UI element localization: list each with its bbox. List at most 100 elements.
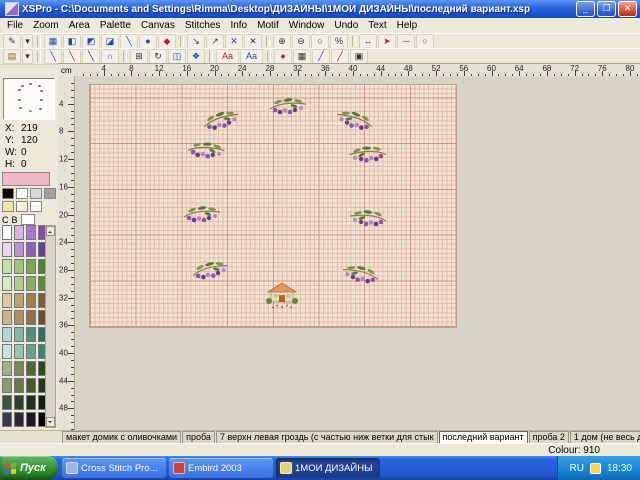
palette-swatch-40[interactable] [2,395,12,410]
ellipse-tool[interactable]: ○ [416,34,434,49]
info-icon[interactable]: ▣ [350,49,368,64]
menu-canvas[interactable]: Canvas [136,19,180,33]
palette-swatch-0[interactable] [2,225,12,240]
backstitch-red-icon[interactable]: ╲ [63,49,81,64]
palette-swatch-25[interactable] [14,327,24,342]
palette-swatch-2[interactable] [26,225,36,240]
pencil-dropdown[interactable]: ▾ [22,34,33,49]
palette-swatch-29[interactable] [14,344,24,359]
palette-icon[interactable]: ▤ [3,49,21,64]
language-indicator[interactable]: RU [570,463,584,474]
palette-light-swatch-1[interactable] [16,201,28,212]
palette-swatch-30[interactable] [26,344,36,359]
minimize-button[interactable]: _ [576,1,595,17]
blank-color-swatch[interactable] [21,214,35,225]
motif-icon[interactable]: ❖ [187,49,205,64]
menu-stitches[interactable]: Stitches [180,19,226,33]
palette-basic-swatch-3[interactable] [44,188,56,199]
palette-swatch-8[interactable] [2,259,12,274]
selected-color-swatch[interactable] [2,172,50,186]
palette-swatch-17[interactable] [14,293,24,308]
palette-swatch-45[interactable] [14,412,24,427]
menu-text[interactable]: Text [363,19,391,33]
palette-swatch-24[interactable] [2,327,12,342]
grid-toggle[interactable]: ⊞ [130,49,148,64]
taskbar-app-1[interactable]: Embird 2003 [169,458,273,478]
three-quarter-stitch-tool[interactable]: ◪ [101,34,119,49]
palette-swatch-46[interactable] [26,412,36,427]
palette-swatch-14[interactable] [26,276,36,291]
bead-tool[interactable]: ◆ [158,34,176,49]
pan-tool[interactable]: ↔ [359,34,377,49]
palette-swatch-16[interactable] [2,293,12,308]
start-button[interactable]: Пуск [0,456,58,480]
diag-line-up-icon[interactable]: ↗ [206,34,224,49]
backstitch-black-icon[interactable]: ╲ [82,49,100,64]
diag-blue-icon[interactable]: ╱ [312,49,330,64]
palette-swatch-28[interactable] [2,344,12,359]
palette-swatch-26[interactable] [26,327,36,342]
rotate-tool[interactable]: ↻ [149,49,167,64]
diag-red-icon[interactable]: ╱ [331,49,349,64]
forward-icon[interactable]: ➤ [378,34,396,49]
palette-swatch-38[interactable] [26,378,36,393]
pencil-tool[interactable]: ✎ [3,34,21,49]
palette-swatch-33[interactable] [14,361,24,376]
zoom-window-tool[interactable]: ○ [311,34,329,49]
palette-swatch-21[interactable] [14,310,24,325]
blue-cross-icon[interactable]: ✕ [225,34,243,49]
palette-swatch-22[interactable] [26,310,36,325]
half-stitch-tool[interactable]: ◧ [63,34,81,49]
palette-swatch-9[interactable] [14,259,24,274]
palette-swatch-41[interactable] [14,395,24,410]
flip-tool[interactable]: ◫ [168,49,186,64]
palette-swatch-6[interactable] [26,242,36,257]
palette-swatch-32[interactable] [2,361,12,376]
palette-basic-swatch-2[interactable] [30,188,42,199]
palette-swatch-36[interactable] [2,378,12,393]
zoom-percent-tool[interactable]: % [330,34,348,49]
palette-basic-swatch-1[interactable] [16,188,28,199]
palette-swatch-42[interactable] [26,395,36,410]
palette-basic-swatch-0[interactable] [2,188,14,199]
menu-area[interactable]: Area [64,19,95,33]
palette-swatch-10[interactable] [26,259,36,274]
diag-line-down-icon[interactable]: ↘ [187,34,205,49]
menu-window[interactable]: Window [284,19,330,33]
menu-file[interactable]: File [2,19,28,33]
close-button[interactable]: ✕ [618,1,637,17]
full-stitch-tool[interactable]: ▦ [44,34,62,49]
menu-info[interactable]: Info [225,19,252,33]
palette-swatch-34[interactable] [26,361,36,376]
quarter-stitch-tool[interactable]: ◩ [82,34,100,49]
menu-zoom[interactable]: Zoom [28,19,64,33]
knot-red-icon[interactable]: ● [274,49,292,64]
menu-palette[interactable]: Palette [95,19,136,33]
curve-tool[interactable]: ∩ [101,49,119,64]
menu-undo[interactable]: Undo [329,19,363,33]
design-canvas[interactable] [89,84,457,328]
maximize-button[interactable]: ❐ [597,1,616,17]
palette-swatch-5[interactable] [14,242,24,257]
scroll-down-icon[interactable] [46,417,55,427]
palette-swatch-18[interactable] [26,293,36,308]
black-cross-icon[interactable]: ✕ [244,34,262,49]
menu-motif[interactable]: Motif [252,19,284,33]
palette-swatch-13[interactable] [14,276,24,291]
taskbar-app-0[interactable]: Cross Stitch Pro... [62,458,166,478]
red-line-icon[interactable]: ─ [397,34,415,49]
text-red-tool[interactable]: Aa [216,49,239,64]
palette-light-swatch-2[interactable] [30,201,42,212]
palette-dropdown[interactable]: ▾ [22,49,33,64]
palette-swatch-4[interactable] [2,242,12,257]
taskbar-app-2[interactable]: 1МОИ ДИЗАЙНЫ [276,458,380,478]
zoom-out-tool[interactable]: ⊖ [292,34,310,49]
palette-scrollbar[interactable] [45,225,56,428]
chart-icon[interactable]: ▦ [293,49,311,64]
tray-app-icon[interactable] [590,463,601,474]
backstitch-tool[interactable]: ╲ [120,34,138,49]
palette-light-swatch-0[interactable] [2,201,14,212]
palette-swatch-37[interactable] [14,378,24,393]
palette-swatch-1[interactable] [14,225,24,240]
palette-swatch-20[interactable] [2,310,12,325]
